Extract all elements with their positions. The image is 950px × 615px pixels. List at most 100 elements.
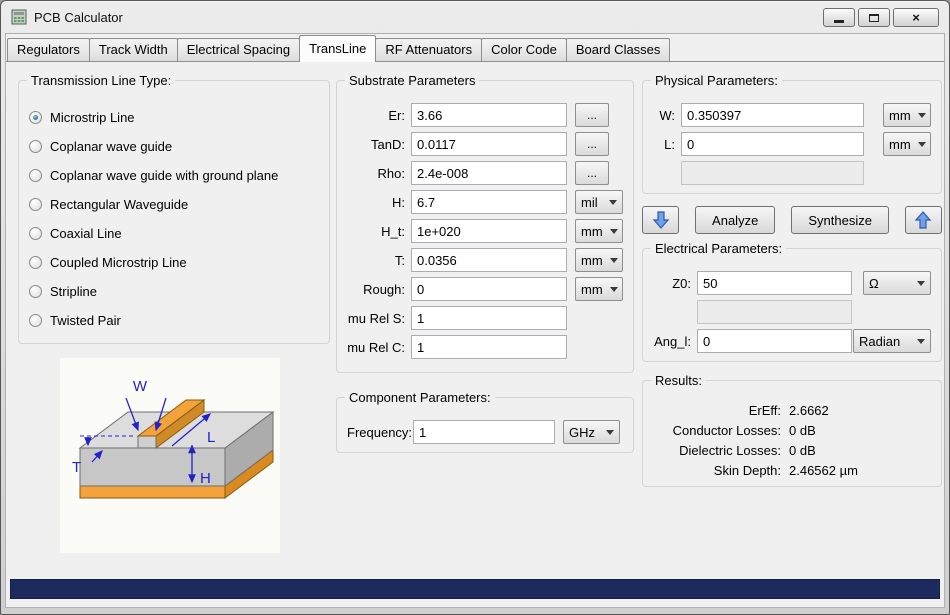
synthesize-direction-button[interactable]	[642, 206, 679, 234]
tab-rf-attenuators[interactable]: RF Attenuators	[375, 38, 482, 61]
ang-label: Ang_l:	[653, 334, 691, 349]
tab-electrical-spacing[interactable]: Electrical Spacing	[177, 38, 300, 61]
diagram-h-label: H	[200, 470, 211, 487]
rough-label: Rough:	[347, 282, 405, 297]
tab-regulators[interactable]: Regulators	[7, 38, 90, 61]
diagram-l-label: L	[207, 429, 215, 446]
z0-input[interactable]	[697, 271, 852, 295]
radio-coupled-microstrip-line[interactable]: Coupled Microstrip Line	[29, 248, 319, 277]
z0-row: Z0: Ω	[653, 271, 931, 295]
length-unit-value: mm	[889, 137, 911, 152]
component-parameters-group: Component Parameters: Frequency: GHz	[336, 397, 634, 453]
rough-unit-value: mm	[581, 282, 603, 297]
radio-coplanar-ground-plane[interactable]: Coplanar wave guide with ground plane	[29, 161, 319, 190]
radio-icon	[29, 169, 42, 182]
z0-label: Z0:	[653, 276, 691, 291]
message-panel	[10, 579, 940, 599]
length-row: L: mm	[653, 132, 931, 156]
ht-unit-select[interactable]: mm	[575, 219, 623, 243]
conductor-losses-row: Conductor Losses: 0 dB	[653, 423, 931, 438]
mu-rel-s-input[interactable]	[411, 306, 567, 330]
h-unit-select[interactable]: mil	[575, 190, 623, 214]
diagram-w-label: W	[133, 378, 148, 395]
width-input[interactable]	[681, 103, 864, 127]
chevron-down-icon	[918, 142, 926, 151]
tand-label: TanD:	[347, 137, 405, 152]
radio-coplanar-wave-guide[interactable]: Coplanar wave guide	[29, 132, 319, 161]
width-unit-select[interactable]: mm	[883, 103, 931, 127]
radio-stripline[interactable]: Stripline	[29, 277, 319, 306]
tab-board-classes[interactable]: Board Classes	[566, 38, 671, 61]
skin-depth-row: Skin Depth: 2.46562 µm	[653, 463, 931, 478]
analyze-button[interactable]: Analyze	[695, 206, 775, 234]
tab-transline[interactable]: TransLine	[299, 35, 376, 62]
t-unit-select[interactable]: mm	[575, 248, 623, 272]
ang-input[interactable]	[697, 329, 852, 353]
radio-label: Coplanar wave guide	[50, 139, 172, 154]
h-label: H:	[347, 195, 405, 210]
close-button[interactable]: ×	[893, 8, 939, 27]
minimize-button[interactable]	[823, 8, 855, 27]
chevron-down-icon	[917, 281, 925, 290]
radio-twisted-pair[interactable]: Twisted Pair	[29, 306, 319, 335]
z0-unit-select[interactable]: Ω	[863, 271, 931, 295]
physical-parameters-group: Physical Parameters: W: mm L: mm	[642, 80, 942, 194]
chevron-down-icon	[917, 339, 925, 348]
dielectric-losses-row: Dielectric Losses: 0 dB	[653, 443, 931, 458]
er-row: Er: ...	[347, 103, 623, 127]
radio-label: Coaxial Line	[50, 226, 122, 241]
mu-rel-c-input[interactable]	[411, 335, 567, 359]
length-unit-select[interactable]: mm	[883, 132, 931, 156]
titlebar: PCB Calculator ×	[1, 1, 949, 33]
chevron-down-icon	[610, 258, 618, 267]
tab-track-width[interactable]: Track Width	[89, 38, 178, 61]
ht-unit-value: mm	[581, 224, 603, 239]
rough-input[interactable]	[411, 277, 567, 301]
z0-unit-value: Ω	[869, 276, 879, 291]
component-parameters-label: Component Parameters:	[345, 390, 495, 405]
synthesize-button[interactable]: Synthesize	[791, 206, 889, 234]
maximize-button[interactable]	[858, 8, 890, 27]
tand-row: TanD: ...	[347, 132, 623, 156]
blue-up-arrow-icon	[914, 210, 932, 230]
electrical-parameters-group: Electrical Parameters: Z0: Ω Ang_l: Radi…	[642, 248, 942, 362]
h-input[interactable]	[411, 190, 567, 214]
radio-icon	[29, 256, 42, 269]
rho-input[interactable]	[411, 161, 567, 185]
ht-row: H_t: mm	[347, 219, 623, 243]
frequency-unit-select[interactable]: GHz	[563, 420, 620, 444]
rho-more-button[interactable]: ...	[575, 161, 609, 185]
conductor-losses-label: Conductor Losses:	[653, 423, 781, 438]
analyze-direction-button[interactable]	[905, 206, 942, 234]
app-icon	[11, 9, 27, 25]
rough-unit-select[interactable]: mm	[575, 277, 623, 301]
results-label: Results:	[651, 373, 706, 388]
tab-color-code[interactable]: Color Code	[481, 38, 567, 61]
physical-extra-field	[681, 161, 864, 185]
ht-input[interactable]	[411, 219, 567, 243]
radio-icon	[29, 111, 42, 124]
transline-page: Transmission Line Type: Microstrip Line …	[6, 62, 944, 573]
er-more-button[interactable]: ...	[575, 103, 609, 127]
width-label: W:	[653, 108, 675, 123]
chevron-down-icon	[610, 229, 618, 238]
radio-rectangular-waveguide[interactable]: Rectangular Waveguide	[29, 190, 319, 219]
minimize-icon	[834, 20, 844, 23]
radio-microstrip-line[interactable]: Microstrip Line	[29, 103, 319, 132]
ang-unit-select[interactable]: Radian	[853, 329, 931, 353]
t-input[interactable]	[411, 248, 567, 272]
tand-more-button[interactable]: ...	[575, 132, 609, 156]
frequency-unit-value: GHz	[569, 425, 595, 440]
dielectric-losses-value: 0 dB	[789, 443, 816, 458]
radio-label: Coupled Microstrip Line	[50, 255, 187, 270]
er-input[interactable]	[411, 103, 567, 127]
radio-coaxial-line[interactable]: Coaxial Line	[29, 219, 319, 248]
radio-icon	[29, 314, 42, 327]
microstrip-diagram: W L T H	[60, 358, 280, 553]
tand-input[interactable]	[411, 132, 567, 156]
dielectric-losses-label: Dielectric Losses:	[653, 443, 781, 458]
ang-unit-value: Radian	[859, 334, 900, 349]
length-input[interactable]	[681, 132, 864, 156]
frequency-input[interactable]	[413, 420, 555, 444]
pcb-calculator-window: PCB Calculator × Regulators Track Width …	[0, 0, 950, 615]
